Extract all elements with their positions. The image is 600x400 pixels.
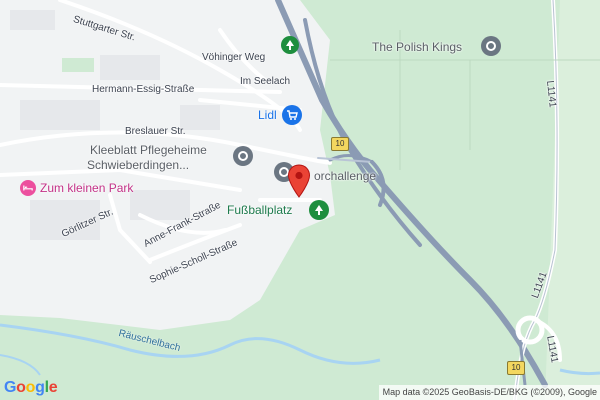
park-icon[interactable] xyxy=(309,200,329,220)
map-canvas[interactable]: Stuttgarter Str. Vöhinger Weg Im Seelach… xyxy=(0,0,600,400)
road-shield-b10-bottom: 10 xyxy=(507,361,525,375)
shopping-cart-icon[interactable] xyxy=(282,105,302,125)
street-label-breslauer: Breslauer Str. xyxy=(125,126,186,137)
map-base xyxy=(0,0,600,400)
street-label-hermann-essig: Hermann-Essig-Straße xyxy=(92,84,195,95)
poi-label-kleeblatt-line1[interactable]: Kleeblatt Pflegeheime xyxy=(90,143,207,157)
poi-label-zum-kleinen-park[interactable]: Zum kleinen Park xyxy=(40,181,133,195)
location-pin-icon[interactable] xyxy=(287,164,311,198)
hotel-bed-icon[interactable] xyxy=(20,180,36,196)
place-icon[interactable] xyxy=(481,36,501,56)
road-shield-b10-top: 10 xyxy=(331,137,349,151)
poi-label-kleeblatt-line2[interactable]: Schwieberdingen... xyxy=(87,158,189,172)
place-icon[interactable] xyxy=(233,146,253,166)
tree-icon[interactable] xyxy=(281,36,299,54)
poi-label-challenge[interactable]: orchallenge xyxy=(314,169,376,183)
street-label-im-seelach: Im Seelach xyxy=(240,76,291,87)
map-attribution: Map data ©2025 GeoBasis-DE/BKG (©2009), … xyxy=(378,385,600,400)
poi-label-fussballplatz[interactable]: Fußballplatz xyxy=(227,203,292,217)
poi-label-polish-kings[interactable]: The Polish Kings xyxy=(372,40,462,54)
street-label-vohinger: Vöhinger Weg xyxy=(202,52,266,63)
poi-label-lidl[interactable]: Lidl xyxy=(258,108,277,122)
google-logo: Google xyxy=(4,379,58,396)
